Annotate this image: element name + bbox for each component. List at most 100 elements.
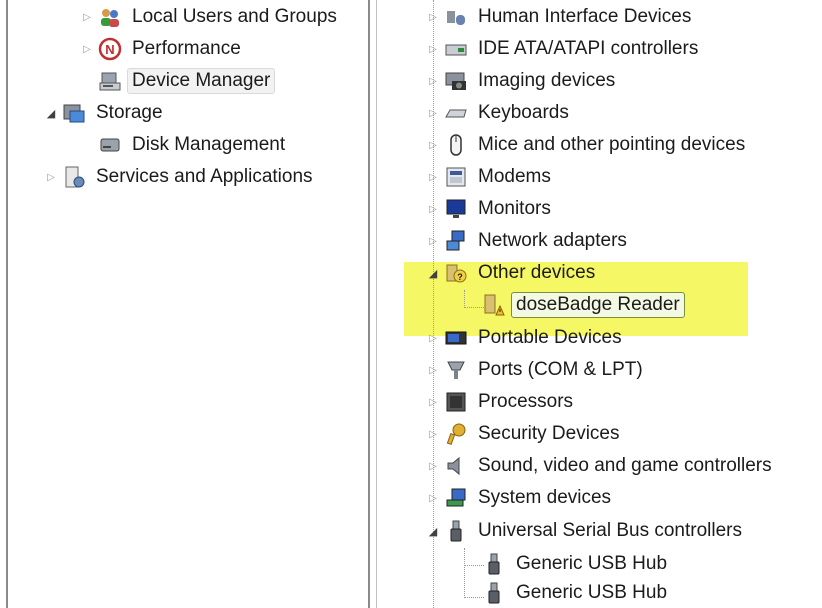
- speaker-icon: [444, 454, 468, 478]
- expand-arrow-icon[interactable]: ▷: [426, 202, 440, 216]
- device-category-ide[interactable]: ▷ IDE ATA/ATAPI controllers: [426, 34, 703, 64]
- tree-item-device-manager[interactable]: Device Manager: [80, 66, 276, 96]
- unknown-device-icon: ?: [444, 261, 468, 285]
- pane-splitter-shadow: [376, 0, 377, 608]
- tree-item-label: Sound, video and game controllers: [478, 455, 772, 476]
- port-icon: [444, 358, 468, 382]
- device-generic-usb-hub-2[interactable]: Generic USB Hub: [482, 578, 672, 608]
- modem-icon: [444, 165, 468, 189]
- tree-item-label: Human Interface Devices: [478, 6, 692, 27]
- tree-line: [464, 290, 465, 308]
- tree-item-local-users-groups[interactable]: ▷ Local Users and Groups: [80, 2, 342, 32]
- tree-item-label: Processors: [478, 391, 574, 412]
- tree-item-label: Network adapters: [478, 230, 627, 251]
- expand-arrow-icon[interactable]: ▷: [426, 234, 440, 248]
- pane-splitter[interactable]: [368, 0, 370, 608]
- tree-item-label: Mice and other pointing devices: [478, 134, 746, 155]
- device-category-system[interactable]: ▷ System devices: [426, 483, 616, 513]
- expand-arrow-icon[interactable]: ▷: [426, 42, 440, 56]
- expand-arrow-icon[interactable]: ▷: [426, 10, 440, 24]
- tree-line: [464, 307, 484, 308]
- hid-icon: [444, 5, 468, 29]
- svg-text:N: N: [105, 42, 114, 57]
- users-group-icon: [98, 5, 122, 29]
- collapse-arrow-icon[interactable]: ◢: [426, 266, 440, 280]
- device-dosebadge-reader[interactable]: doseBadge Reader: [482, 290, 685, 320]
- tree-item-label: Ports (COM & LPT): [478, 359, 643, 380]
- expand-arrow-icon[interactable]: ▷: [426, 491, 440, 505]
- expand-arrow-icon[interactable]: ▷: [426, 459, 440, 473]
- device-generic-usb-hub-1[interactable]: Generic USB Hub: [482, 549, 672, 579]
- pane-edge: [6, 0, 8, 608]
- tree-line: [464, 548, 465, 598]
- svg-text:?: ?: [457, 272, 463, 282]
- mouse-icon: [444, 133, 468, 157]
- expand-arrow-icon[interactable]: ▷: [426, 170, 440, 184]
- tree-item-label: Local Users and Groups: [132, 6, 337, 27]
- device-category-usb[interactable]: ◢ Universal Serial Bus controllers: [426, 516, 747, 546]
- collapse-arrow-icon[interactable]: ◢: [426, 524, 440, 538]
- device-category-modems[interactable]: ▷ Modems: [426, 162, 556, 192]
- tree-item-label: Other devices: [478, 262, 596, 283]
- device-category-network[interactable]: ▷ Network adapters: [426, 226, 632, 256]
- expand-arrow-icon[interactable]: ▷: [80, 42, 94, 56]
- camera-icon: [444, 69, 468, 93]
- expand-arrow-icon[interactable]: ▷: [426, 106, 440, 120]
- tree-item-label: Portable Devices: [478, 327, 622, 348]
- warning-device-icon: [482, 293, 506, 317]
- collapse-arrow-icon[interactable]: ◢: [44, 106, 58, 120]
- tree-item-label: Services and Applications: [96, 166, 313, 187]
- tree-item-performance[interactable]: ▷ N Performance: [80, 34, 246, 64]
- tree-item-storage[interactable]: ◢ Storage: [44, 98, 168, 128]
- tree-item-label: Modems: [478, 166, 551, 187]
- tree-item-label: Monitors: [478, 198, 551, 219]
- tree-item-label: Universal Serial Bus controllers: [478, 520, 742, 541]
- tree-item-services-applications[interactable]: ▷ Services and Applications: [44, 162, 318, 192]
- tree-item-label: Device Manager: [127, 68, 276, 94]
- device-category-other[interactable]: ◢ ? Other devices: [426, 258, 600, 288]
- usb-icon: [482, 552, 506, 576]
- security-key-icon: [444, 422, 468, 446]
- tree-item-label: Security Devices: [478, 423, 620, 444]
- tree-item-label: Generic USB Hub: [516, 553, 668, 574]
- device-category-keyboards[interactable]: ▷ Keyboards: [426, 98, 574, 128]
- expand-arrow-icon[interactable]: ▷: [426, 331, 440, 345]
- tree-item-disk-management[interactable]: Disk Management: [80, 130, 290, 160]
- portable-device-icon: [444, 326, 468, 350]
- usb-icon: [444, 519, 468, 543]
- device-category-mice[interactable]: ▷ Mice and other pointing devices: [426, 130, 750, 160]
- device-category-ports[interactable]: ▷ Ports (COM & LPT): [426, 355, 648, 385]
- expand-arrow-icon[interactable]: ▷: [426, 74, 440, 88]
- processor-icon: [444, 390, 468, 414]
- tree-item-label: Imaging devices: [478, 70, 616, 91]
- tree-item-label: Storage: [96, 102, 163, 123]
- expand-arrow-icon[interactable]: ▷: [44, 170, 58, 184]
- monitor-icon: [444, 197, 468, 221]
- device-category-processors[interactable]: ▷ Processors: [426, 387, 578, 417]
- device-category-monitors[interactable]: ▷ Monitors: [426, 194, 556, 224]
- device-category-security[interactable]: ▷ Security Devices: [426, 419, 625, 449]
- expand-arrow-icon[interactable]: ▷: [426, 363, 440, 377]
- device-category-hid[interactable]: ▷ Human Interface Devices: [426, 2, 696, 32]
- disk-management-icon: [98, 133, 122, 157]
- system-device-icon: [444, 486, 468, 510]
- device-category-imaging[interactable]: ▷ Imaging devices: [426, 66, 620, 96]
- tree-item-label: IDE ATA/ATAPI controllers: [478, 38, 699, 59]
- ide-controller-icon: [444, 37, 468, 61]
- tree-item-label: Performance: [132, 38, 241, 59]
- tree-item-label: Keyboards: [478, 102, 569, 123]
- expand-arrow-icon[interactable]: ▷: [80, 10, 94, 24]
- performance-icon: N: [98, 37, 122, 61]
- device-category-sound[interactable]: ▷ Sound, video and game controllers: [426, 451, 777, 481]
- tree-item-label: doseBadge Reader: [511, 292, 685, 318]
- expand-arrow-icon[interactable]: ▷: [426, 427, 440, 441]
- device-category-portable[interactable]: ▷ Portable Devices: [426, 323, 627, 353]
- expand-arrow-icon[interactable]: ▷: [426, 395, 440, 409]
- tree-item-label: Disk Management: [132, 134, 286, 155]
- tree-line: [464, 565, 484, 566]
- expand-arrow-icon[interactable]: ▷: [426, 138, 440, 152]
- console-tree-pane: ▷ Local Users and Groups ▷ N Performance…: [0, 0, 372, 608]
- services-icon: [62, 165, 86, 189]
- tree-item-label: System devices: [478, 487, 612, 508]
- storage-icon: [62, 101, 86, 125]
